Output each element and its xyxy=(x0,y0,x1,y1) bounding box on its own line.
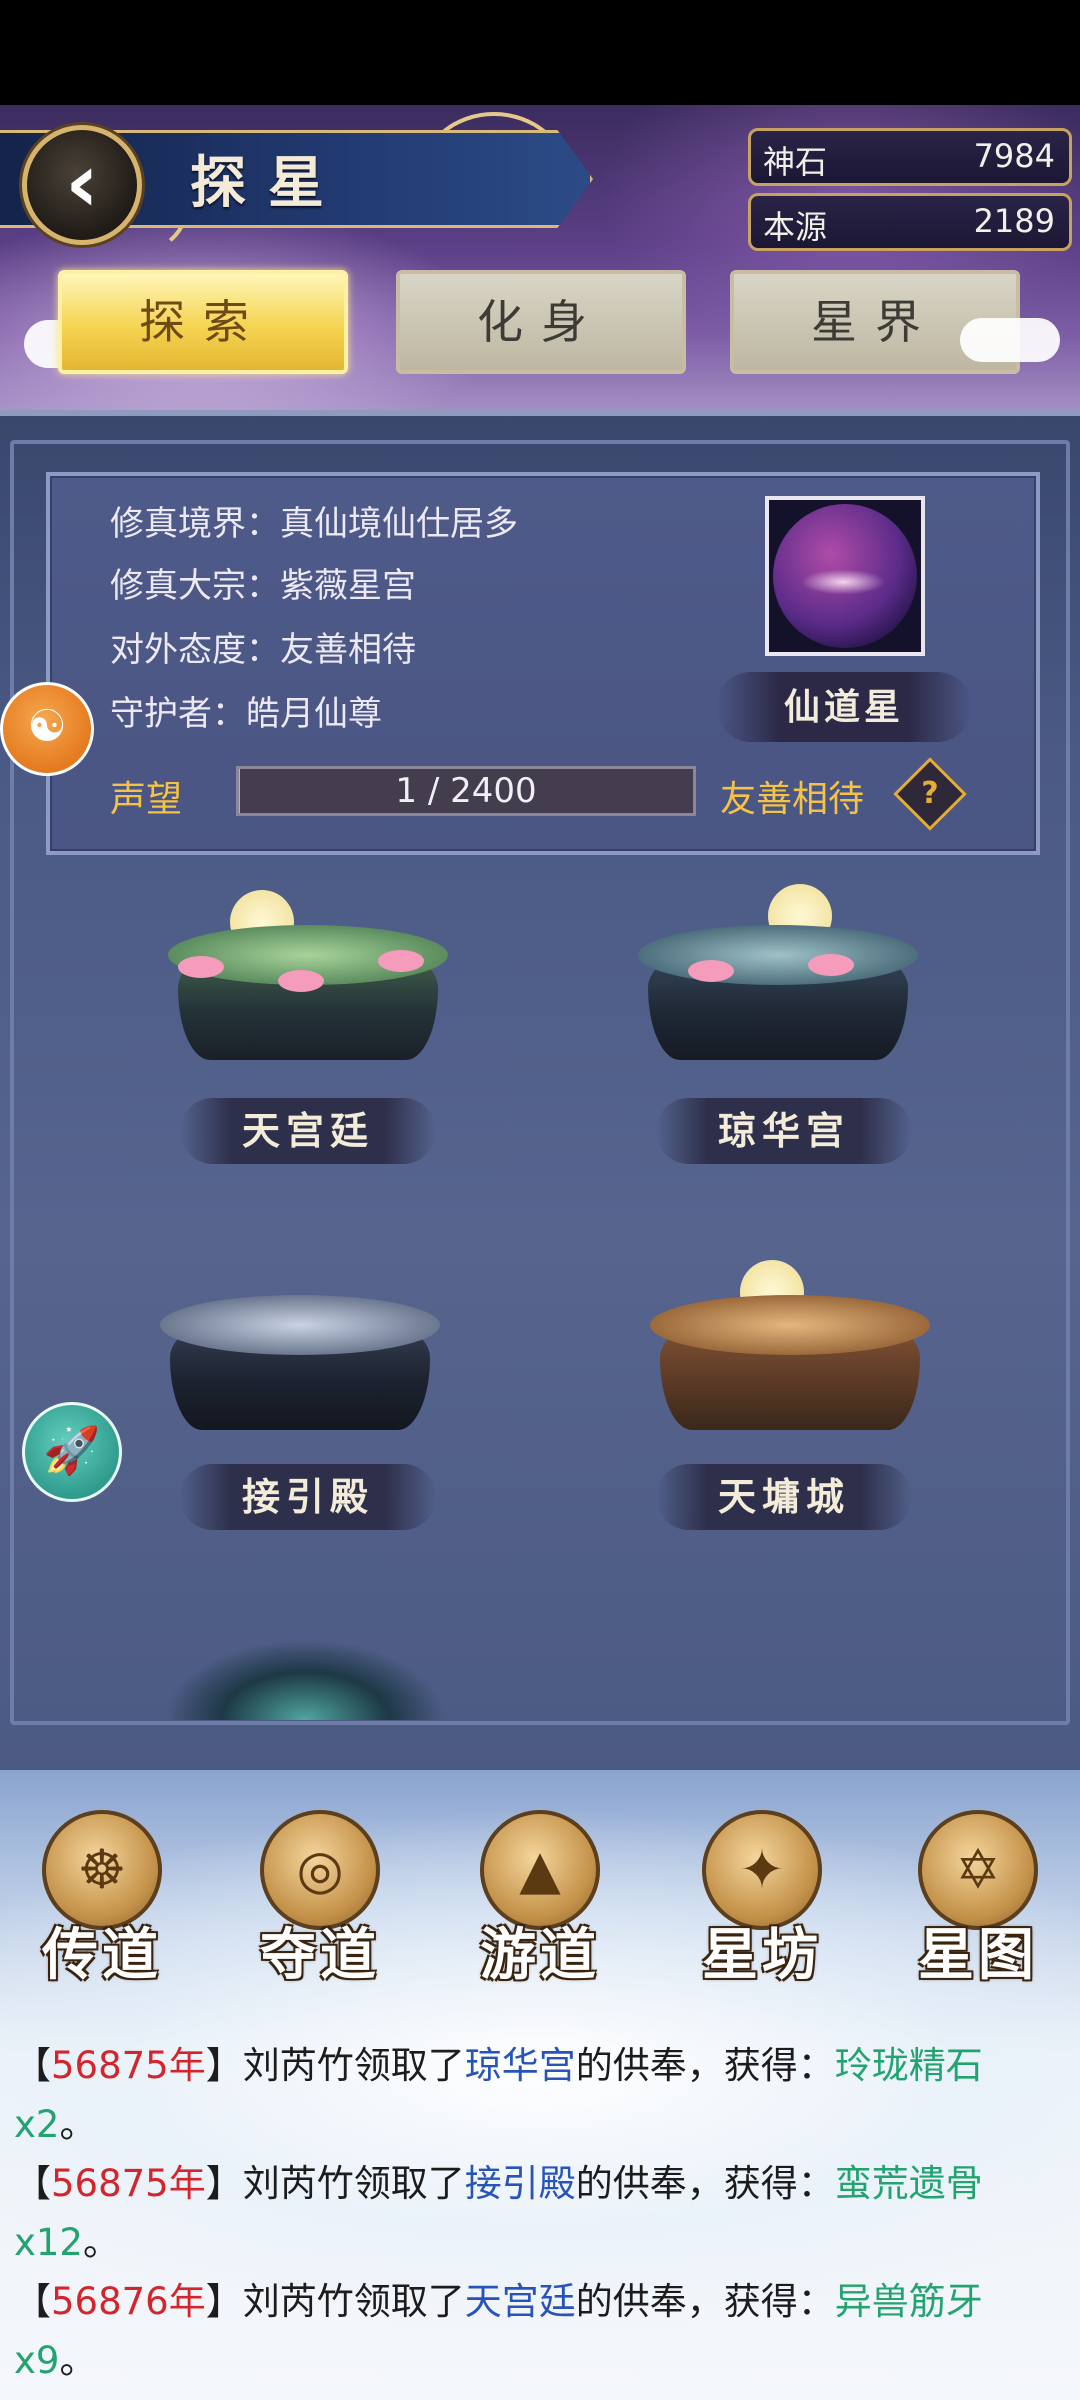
planet-name: 仙道星 xyxy=(716,672,972,742)
log-year: 56876年 xyxy=(51,2280,206,2323)
nav-label: 星图 xyxy=(918,1922,1038,1988)
island-jieyindian[interactable] xyxy=(150,1240,450,1450)
tab-avatar[interactable]: 化身 xyxy=(396,270,686,374)
location-label[interactable]: 琼华宫 xyxy=(656,1098,912,1164)
log-entry: 【56876年】刘芮竹领取了天宫廷的供奉，获得：异兽筋牙x9。 xyxy=(14,2280,983,2382)
island-tiangongting[interactable] xyxy=(158,870,458,1080)
attitude-label: 友善相待 xyxy=(720,779,865,820)
info-attitude: 对外态度：友善相待 xyxy=(110,630,416,670)
reputation-label: 声望 xyxy=(110,779,183,820)
log-year: 56875年 xyxy=(51,2162,206,2205)
log-entry: 【56875年】刘芮竹领取了接引殿的供奉，获得：蛮荒遗骨x12。 xyxy=(14,2162,983,2264)
nav-chuandao[interactable]: ☸ 传道 xyxy=(4,1806,200,1996)
island-partial[interactable] xyxy=(160,1610,450,1720)
log-place: 接引殿 xyxy=(464,2162,576,2205)
info-guardian: 守护者：皓月仙尊 xyxy=(110,694,382,734)
nav-youdao[interactable]: ▲ 游道 xyxy=(442,1806,638,1996)
resource-shenshi: 神石 7984 xyxy=(748,128,1072,186)
resource-value: 7984 xyxy=(973,137,1055,175)
island-tianyongcheng[interactable] xyxy=(640,1240,940,1450)
side-dragon-button[interactable]: ☯ xyxy=(0,682,94,776)
location-label[interactable]: 天宫廷 xyxy=(180,1098,436,1164)
back-button[interactable]: ‹ xyxy=(22,125,142,245)
resource-label: 神石 xyxy=(763,143,828,181)
info-sect: 修真大宗：紫薇星宫 xyxy=(110,566,416,606)
rocket-button[interactable]: 🚀 xyxy=(22,1402,122,1502)
info-realm: 修真境界：真仙境仙仕居多 xyxy=(110,504,518,544)
event-log: 【56875年】刘芮竹领取了琼华宫的供奉，获得：玲珑精石x2。 【56875年】… xyxy=(14,2036,1064,2390)
resource-benyuan: 本源 2189 xyxy=(748,193,1072,251)
page-title: 探星 xyxy=(190,150,346,216)
reputation-bar: 1 / 2400 xyxy=(236,766,696,816)
decor-cloud xyxy=(960,318,1060,362)
log-place: 琼华宫 xyxy=(464,2044,576,2087)
nav-xingfang[interactable]: ✦ 星坊 xyxy=(664,1806,860,1996)
log-place: 天宫廷 xyxy=(464,2280,576,2323)
nav-duodao[interactable]: ◎ 夺道 xyxy=(222,1806,418,1996)
resource-value: 2189 xyxy=(973,202,1055,240)
help-glyph: ? xyxy=(921,776,939,811)
tab-explore[interactable]: 探索 xyxy=(58,270,348,374)
planet-image[interactable] xyxy=(765,496,925,656)
location-label[interactable]: 天墉城 xyxy=(656,1464,912,1530)
location-label[interactable]: 接引殿 xyxy=(180,1464,436,1530)
nav-label: 夺道 xyxy=(260,1922,380,1988)
nav-label: 传道 xyxy=(42,1922,162,1988)
chevron-left-icon: ‹ xyxy=(65,136,99,231)
nav-xingtu[interactable]: ✡ 星图 xyxy=(880,1806,1076,1996)
status-bar xyxy=(0,0,1080,105)
dragon-icon: ☯ xyxy=(27,701,67,752)
rocket-icon: 🚀 xyxy=(43,1423,101,1477)
log-year: 56875年 xyxy=(51,2044,206,2087)
resource-label: 本源 xyxy=(763,208,828,246)
nav-label: 星坊 xyxy=(702,1922,822,1988)
nav-label: 游道 xyxy=(480,1922,600,1988)
island-qionghuagong[interactable] xyxy=(628,870,928,1080)
log-entry: 【56875年】刘芮竹领取了琼华宫的供奉，获得：玲珑精石x2。 xyxy=(14,2044,983,2146)
reputation-value: 1 / 2400 xyxy=(395,771,537,811)
